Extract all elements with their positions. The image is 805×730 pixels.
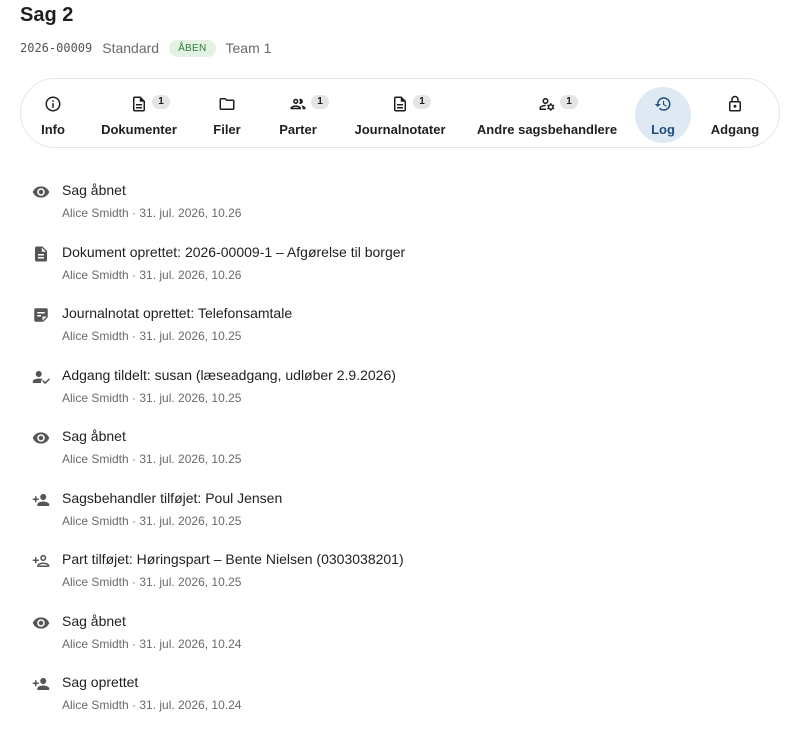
log-entry: Adgang tildelt: susan (læseadgang, udløb… — [0, 361, 805, 423]
log-title: Adgang tildelt: susan (læseadgang, udløb… — [62, 366, 396, 383]
status-badge: ÅBEN — [169, 39, 216, 57]
tab-filer[interactable]: Filer — [207, 87, 247, 141]
tab-dokumenter[interactable]: 1 Dokumenter — [99, 87, 179, 141]
count-badge: 1 — [152, 95, 170, 109]
tab-andre-sagsbehandlere[interactable]: 1 Andre sagsbehandlere — [476, 87, 618, 141]
log-entry: Journalnotat oprettet: Telefonsamtale Al… — [0, 299, 805, 361]
log-meta: Alice Smidth · 31. jul. 2026, 10.25 — [62, 390, 242, 405]
log-title: Sag oprettet — [62, 674, 139, 690]
log-meta: Alice Smidth · 31. jul. 2026, 10.24 — [62, 636, 242, 651]
tab-label: Andre sagsbehandlere — [476, 122, 618, 137]
tab-bar: Info 1 Dokumenter Filer 1 Parter 1 Journ… — [20, 78, 780, 148]
history-icon — [654, 97, 671, 111]
log-meta: Alice Smidth · 31. jul. 2026, 10.25 — [62, 575, 242, 589]
tab-label: Dokumenter — [101, 122, 177, 137]
tab-label: Log — [651, 122, 675, 137]
eye-icon — [32, 616, 50, 629]
log-meta: Alice Smidth · 31. jul. 2026, 10.25 — [62, 513, 242, 528]
log-title: Journalnotat oprettet: Telefonsamtale — [62, 305, 293, 321]
note-icon — [34, 308, 48, 322]
eye-icon — [32, 432, 50, 444]
log-title: Sag åbnet — [62, 182, 126, 198]
log-title: Sagsbehandler tilføjet: Poul Jensen — [62, 489, 283, 506]
document-icon — [35, 246, 47, 261]
tab-label: Filer — [213, 122, 241, 137]
log-meta: Alice Smidth · 31. jul. 2026, 10.24 — [62, 698, 242, 712]
count-badge: 1 — [560, 95, 578, 109]
person-add-icon — [32, 493, 50, 506]
person-add-icon — [32, 678, 50, 690]
user-gear-icon — [539, 98, 555, 111]
case-number: 2026-00009 — [20, 41, 93, 55]
tab-log[interactable]: Log — [635, 87, 691, 143]
team-label: Team 1 — [225, 40, 272, 56]
tab-label: Adgang — [710, 122, 760, 137]
tab-label: Info — [41, 122, 65, 137]
log-meta: Alice Smidth · 31. jul. 2026, 10.25 — [62, 329, 242, 343]
case-meta: 2026-00009 Standard ÅBEN Team 1 — [20, 38, 271, 58]
tab-parter[interactable]: 1 Parter — [277, 87, 329, 141]
eye-icon — [32, 186, 50, 198]
tab-label: Journalnotater — [354, 122, 446, 137]
log-entry: Sag oprettet Alice Smidth · 31. jul. 202… — [0, 668, 805, 730]
log-entry: Sag åbnet Alice Smidth · 31. jul. 2026, … — [0, 607, 805, 669]
people-icon — [290, 98, 306, 110]
log-title: Sag åbnet — [62, 612, 126, 629]
info-icon — [45, 96, 61, 112]
person-add-outline-icon — [32, 555, 50, 567]
log-entry: Dokument oprettet: 2026-00009-1 – Afgøre… — [0, 238, 805, 300]
user-check-icon — [32, 370, 50, 384]
folder-icon — [219, 98, 235, 110]
log-meta: Alice Smidth · 31. jul. 2026, 10.25 — [62, 452, 242, 466]
count-badge: 1 — [413, 95, 431, 109]
note-icon — [394, 96, 406, 112]
log-meta: Alice Smidth · 31. jul. 2026, 10.26 — [62, 206, 242, 220]
log-meta: Alice Smidth · 31. jul. 2026, 10.26 — [62, 267, 242, 282]
case-type: Standard — [102, 40, 160, 56]
tab-adgang[interactable]: Adgang — [709, 87, 761, 141]
log-title: Dokument oprettet: 2026-00009-1 – Afgøre… — [62, 243, 406, 260]
tab-journalnotater[interactable]: 1 Journalnotater — [354, 87, 446, 141]
tab-label: Parter — [279, 122, 317, 137]
page-title: Sag 2 — [20, 4, 74, 26]
count-badge: 1 — [311, 95, 329, 109]
log-list: Sag åbnet Alice Smidth · 31. jul. 2026, … — [0, 176, 805, 730]
log-title: Sag åbnet — [62, 428, 126, 444]
log-title: Part tilføjet: Høringspart – Bente Niels… — [62, 551, 404, 567]
log-entry: Part tilføjet: Høringspart – Bente Niels… — [0, 545, 805, 607]
lock-icon — [729, 95, 741, 112]
document-icon — [133, 96, 145, 112]
log-entry: Sagsbehandler tilføjet: Poul Jensen Alic… — [0, 484, 805, 546]
tab-info[interactable]: Info — [33, 87, 73, 141]
log-entry: Sag åbnet Alice Smidth · 31. jul. 2026, … — [0, 422, 805, 484]
log-entry: Sag åbnet Alice Smidth · 31. jul. 2026, … — [0, 176, 805, 238]
